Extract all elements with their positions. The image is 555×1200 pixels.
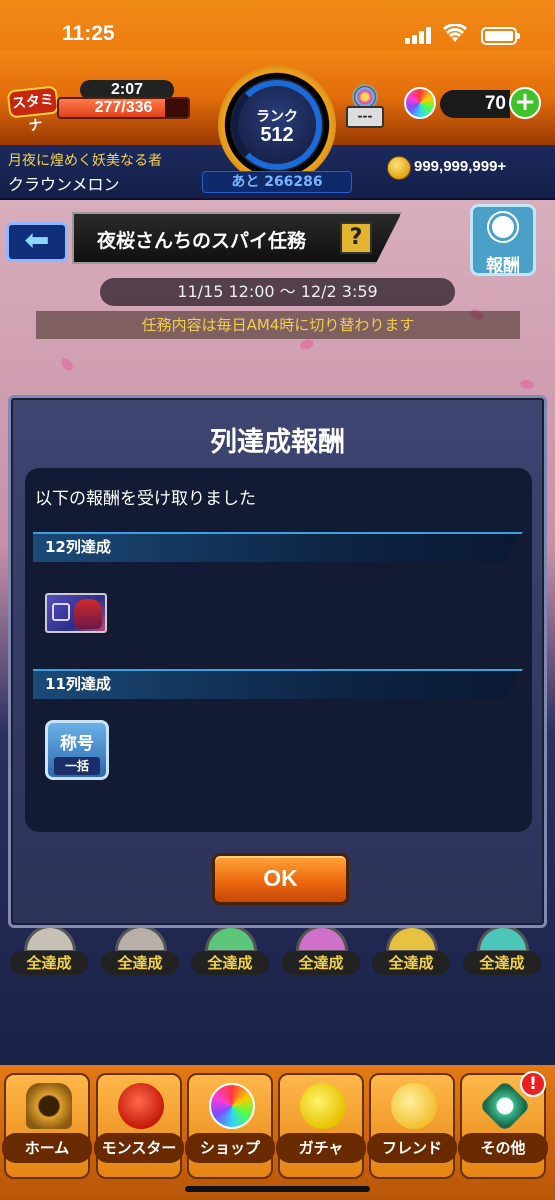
- add-orb-button[interactable]: +: [509, 87, 541, 119]
- stamina-label: スタミナ: [6, 85, 60, 135]
- event-title: 夜桜さんちのスパイ任務: [97, 230, 307, 252]
- status-time: 11:25: [62, 22, 115, 45]
- player-title: 月夜に煌めく妖美なる者: [8, 153, 162, 169]
- nav-friend[interactable]: フレンド: [367, 1073, 457, 1179]
- medal-label: 全達成: [101, 951, 179, 975]
- stamina-bar: 277/336: [57, 97, 190, 119]
- nav-other-label: その他: [458, 1133, 548, 1163]
- completion-medal-row: 全達成 全達成 全達成 全達成 全達成 全達成: [0, 925, 555, 985]
- completion-medal: 全達成: [101, 925, 181, 980]
- medal-label: 全達成: [463, 951, 541, 975]
- status-bar: 11:25: [0, 0, 555, 50]
- nav-gacha-label: ガチャ: [276, 1133, 366, 1163]
- ok-button[interactable]: OK: [212, 853, 349, 905]
- orb-shop-icon: [209, 1083, 255, 1129]
- wifi-icon: [443, 24, 467, 42]
- monster-icon: [118, 1083, 164, 1129]
- pack-icon[interactable]: ---: [346, 84, 384, 130]
- home-gate-icon: [26, 1083, 72, 1129]
- medal-label: 全達成: [372, 951, 450, 975]
- gold-coin-icon: [387, 156, 411, 180]
- title-badge-item[interactable]: 称号 一括: [45, 720, 109, 780]
- dialog-title: 列達成報酬: [210, 427, 345, 458]
- nav-monster[interactable]: モンスター: [94, 1073, 184, 1179]
- medal-label: 全達成: [191, 951, 269, 975]
- reward-list-panel: 以下の報酬を受け取りました 12列達成 11列達成 称号 一括: [25, 468, 532, 832]
- nav-friend-label: フレンド: [367, 1133, 457, 1163]
- coin-count: 999,999,999+: [414, 158, 507, 175]
- title-badge-bottom: 一括: [54, 757, 100, 775]
- rainbow-orb-icon: [404, 87, 436, 119]
- home-indicator[interactable]: [185, 1186, 370, 1192]
- stamina-value: 277/336: [94, 99, 153, 116]
- completion-medal: 全達成: [10, 925, 90, 980]
- player-name: クラウンメロン: [8, 175, 120, 194]
- friend-icon: [391, 1083, 437, 1129]
- completion-medal: 全達成: [282, 925, 362, 980]
- back-button[interactable]: ⬅: [6, 222, 68, 262]
- rank-inner: ランク 512: [232, 80, 322, 170]
- rank-gauge[interactable]: ランク 512: [218, 66, 336, 184]
- title-badge-top: 称号: [60, 734, 94, 754]
- pack-label: ---: [346, 106, 384, 128]
- reward-item-card[interactable]: [45, 593, 107, 633]
- rank-label: ランク: [256, 109, 298, 125]
- event-period: 11/15 12:00 〜 12/2 3:59: [100, 278, 455, 306]
- nav-home-label: ホーム: [2, 1133, 92, 1163]
- gacha-egg-icon: [300, 1083, 346, 1129]
- event-notice: 任務内容は毎日AM4時に切り替わります: [36, 311, 520, 339]
- back-arrow-icon: ⬅: [24, 223, 50, 258]
- cellular-signal-icon: [405, 26, 435, 44]
- reward-button[interactable]: 報酬: [470, 204, 536, 276]
- notification-badge: !: [520, 1071, 546, 1097]
- bottom-nav: ホーム モンスター ショップ ガチャ フレンド その他: [0, 1065, 555, 1200]
- character-portrait: [74, 599, 102, 629]
- flower-crest-icon: [489, 213, 517, 241]
- medal-label: 全達成: [10, 951, 88, 975]
- nav-gacha[interactable]: ガチャ: [276, 1073, 366, 1179]
- section-header-11: 11列達成: [33, 669, 523, 699]
- chip-icon: [52, 603, 70, 621]
- section-header-12: 12列達成: [33, 532, 523, 562]
- completion-medal: 全達成: [372, 925, 452, 980]
- nav-shop-label: ショップ: [185, 1133, 275, 1163]
- reward-dialog: 列達成報酬 以下の報酬を受け取りました 12列達成 11列達成 称号 一括 OK: [8, 395, 547, 928]
- medal-label: 全達成: [282, 951, 360, 975]
- nav-shop[interactable]: ショップ: [185, 1073, 275, 1179]
- help-button[interactable]: ?: [340, 222, 372, 254]
- nav-monster-label: モンスター: [94, 1133, 184, 1163]
- rank-next-exp: あと 266286: [202, 171, 352, 193]
- battery-icon: [481, 27, 520, 45]
- rank-value: 512: [260, 124, 294, 146]
- orb-count: 70: [484, 93, 506, 114]
- completion-medal: 全達成: [191, 925, 271, 980]
- received-message: 以下の報酬を受け取りました: [35, 489, 256, 509]
- reward-button-label: 報酬: [486, 256, 520, 276]
- completion-medal: 全達成: [463, 925, 543, 980]
- nav-home[interactable]: ホーム: [2, 1073, 92, 1179]
